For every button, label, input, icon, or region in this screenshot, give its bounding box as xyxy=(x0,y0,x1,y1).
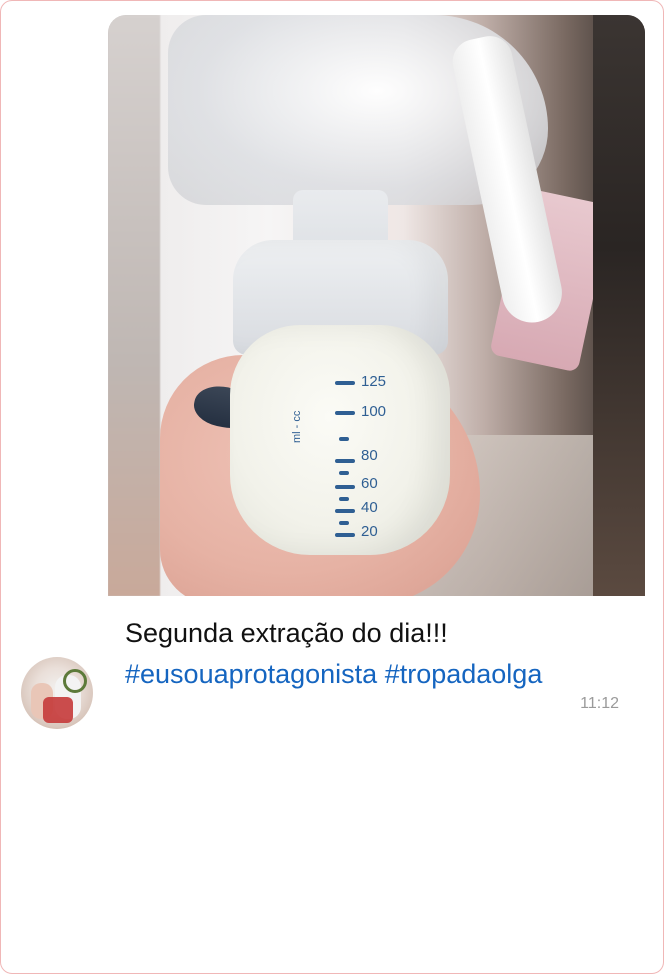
scale-tick xyxy=(339,497,349,501)
scale-tick xyxy=(339,521,349,525)
scale-tick xyxy=(335,485,355,489)
scale-tick xyxy=(339,437,349,441)
caption-hashtags[interactable]: #eusouaprotagonista #tropadaolga xyxy=(125,654,645,695)
scale-label: 40 xyxy=(361,499,378,516)
scale-tick xyxy=(335,381,355,385)
scale-tick xyxy=(335,509,355,513)
photo-background-left xyxy=(108,15,160,596)
scale-tick xyxy=(339,471,349,475)
caption-text: Segunda extração do dia!!! xyxy=(125,618,448,648)
message-timestamp: 11:12 xyxy=(580,695,619,712)
scale-tick xyxy=(335,411,355,415)
scale-label: 20 xyxy=(361,523,378,540)
message-caption: Segunda extração do dia!!! #eusouaprotag… xyxy=(125,613,645,695)
scale-label: 100 xyxy=(361,403,387,420)
scale-tick xyxy=(335,533,355,537)
wreath-icon xyxy=(63,669,87,693)
scale-label: 60 xyxy=(361,475,378,492)
chat-frame: ml - cc 125 100 80 60 40 20 Segunda extr… xyxy=(0,0,664,974)
scale-label: 125 xyxy=(361,373,387,390)
photo-background-right xyxy=(593,15,645,596)
scale-unit: ml - cc xyxy=(291,410,303,443)
message-photo[interactable]: ml - cc 125 100 80 60 40 20 xyxy=(108,15,645,596)
avatar-detail-icon xyxy=(43,697,73,723)
scale-tick xyxy=(335,459,355,463)
contact-avatar[interactable] xyxy=(21,657,93,729)
scale-label: 80 xyxy=(361,447,378,464)
